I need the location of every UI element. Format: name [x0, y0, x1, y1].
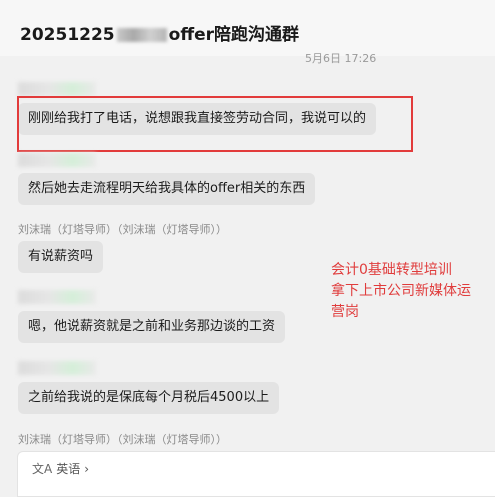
message-bubble[interactable]: 嗯，他说薪资就是之前和业务那边谈的工资 — [18, 311, 286, 343]
sender-name[interactable]: 刘沫瑞（灯塔导师）（刘沫瑞（灯塔导师）） — [18, 431, 227, 447]
sender-name[interactable]: 刘沫瑞（灯塔导师）（刘沫瑞（灯塔导师）） — [18, 221, 227, 237]
sender-name-redacted — [18, 153, 96, 167]
red-annotation: 会计0基础转型培训 拿下上市公司新媒体运 营岗 — [331, 262, 471, 320]
message-bubble[interactable]: 然后她去走流程明天给我具体的offer相关的东西 — [18, 173, 316, 205]
sender-name-redacted — [18, 82, 96, 96]
message-bubble[interactable]: 有说薪资吗 — [18, 241, 104, 273]
highlight-box — [17, 96, 413, 152]
chevron-right-icon: › — [84, 461, 90, 476]
message-bubble[interactable]: 之前给我说的是保底每个月税后4500以上 — [18, 382, 280, 414]
chat-header: 20251225 offer陪跑沟通群 — [0, 0, 495, 56]
sender-name-redacted — [18, 361, 96, 375]
sender-name-redacted — [18, 290, 96, 304]
group-title[interactable]: 20251225 offer陪跑沟通群 — [20, 20, 299, 45]
message-input-area[interactable]: 文A 英语 › — [17, 451, 495, 497]
translate-icon: 文A — [32, 462, 53, 476]
redacted-text — [116, 28, 167, 42]
message-timestamp: 5月6日 17:26 — [305, 52, 377, 65]
translate-toggle[interactable]: 文A 英语 › — [32, 460, 89, 477]
